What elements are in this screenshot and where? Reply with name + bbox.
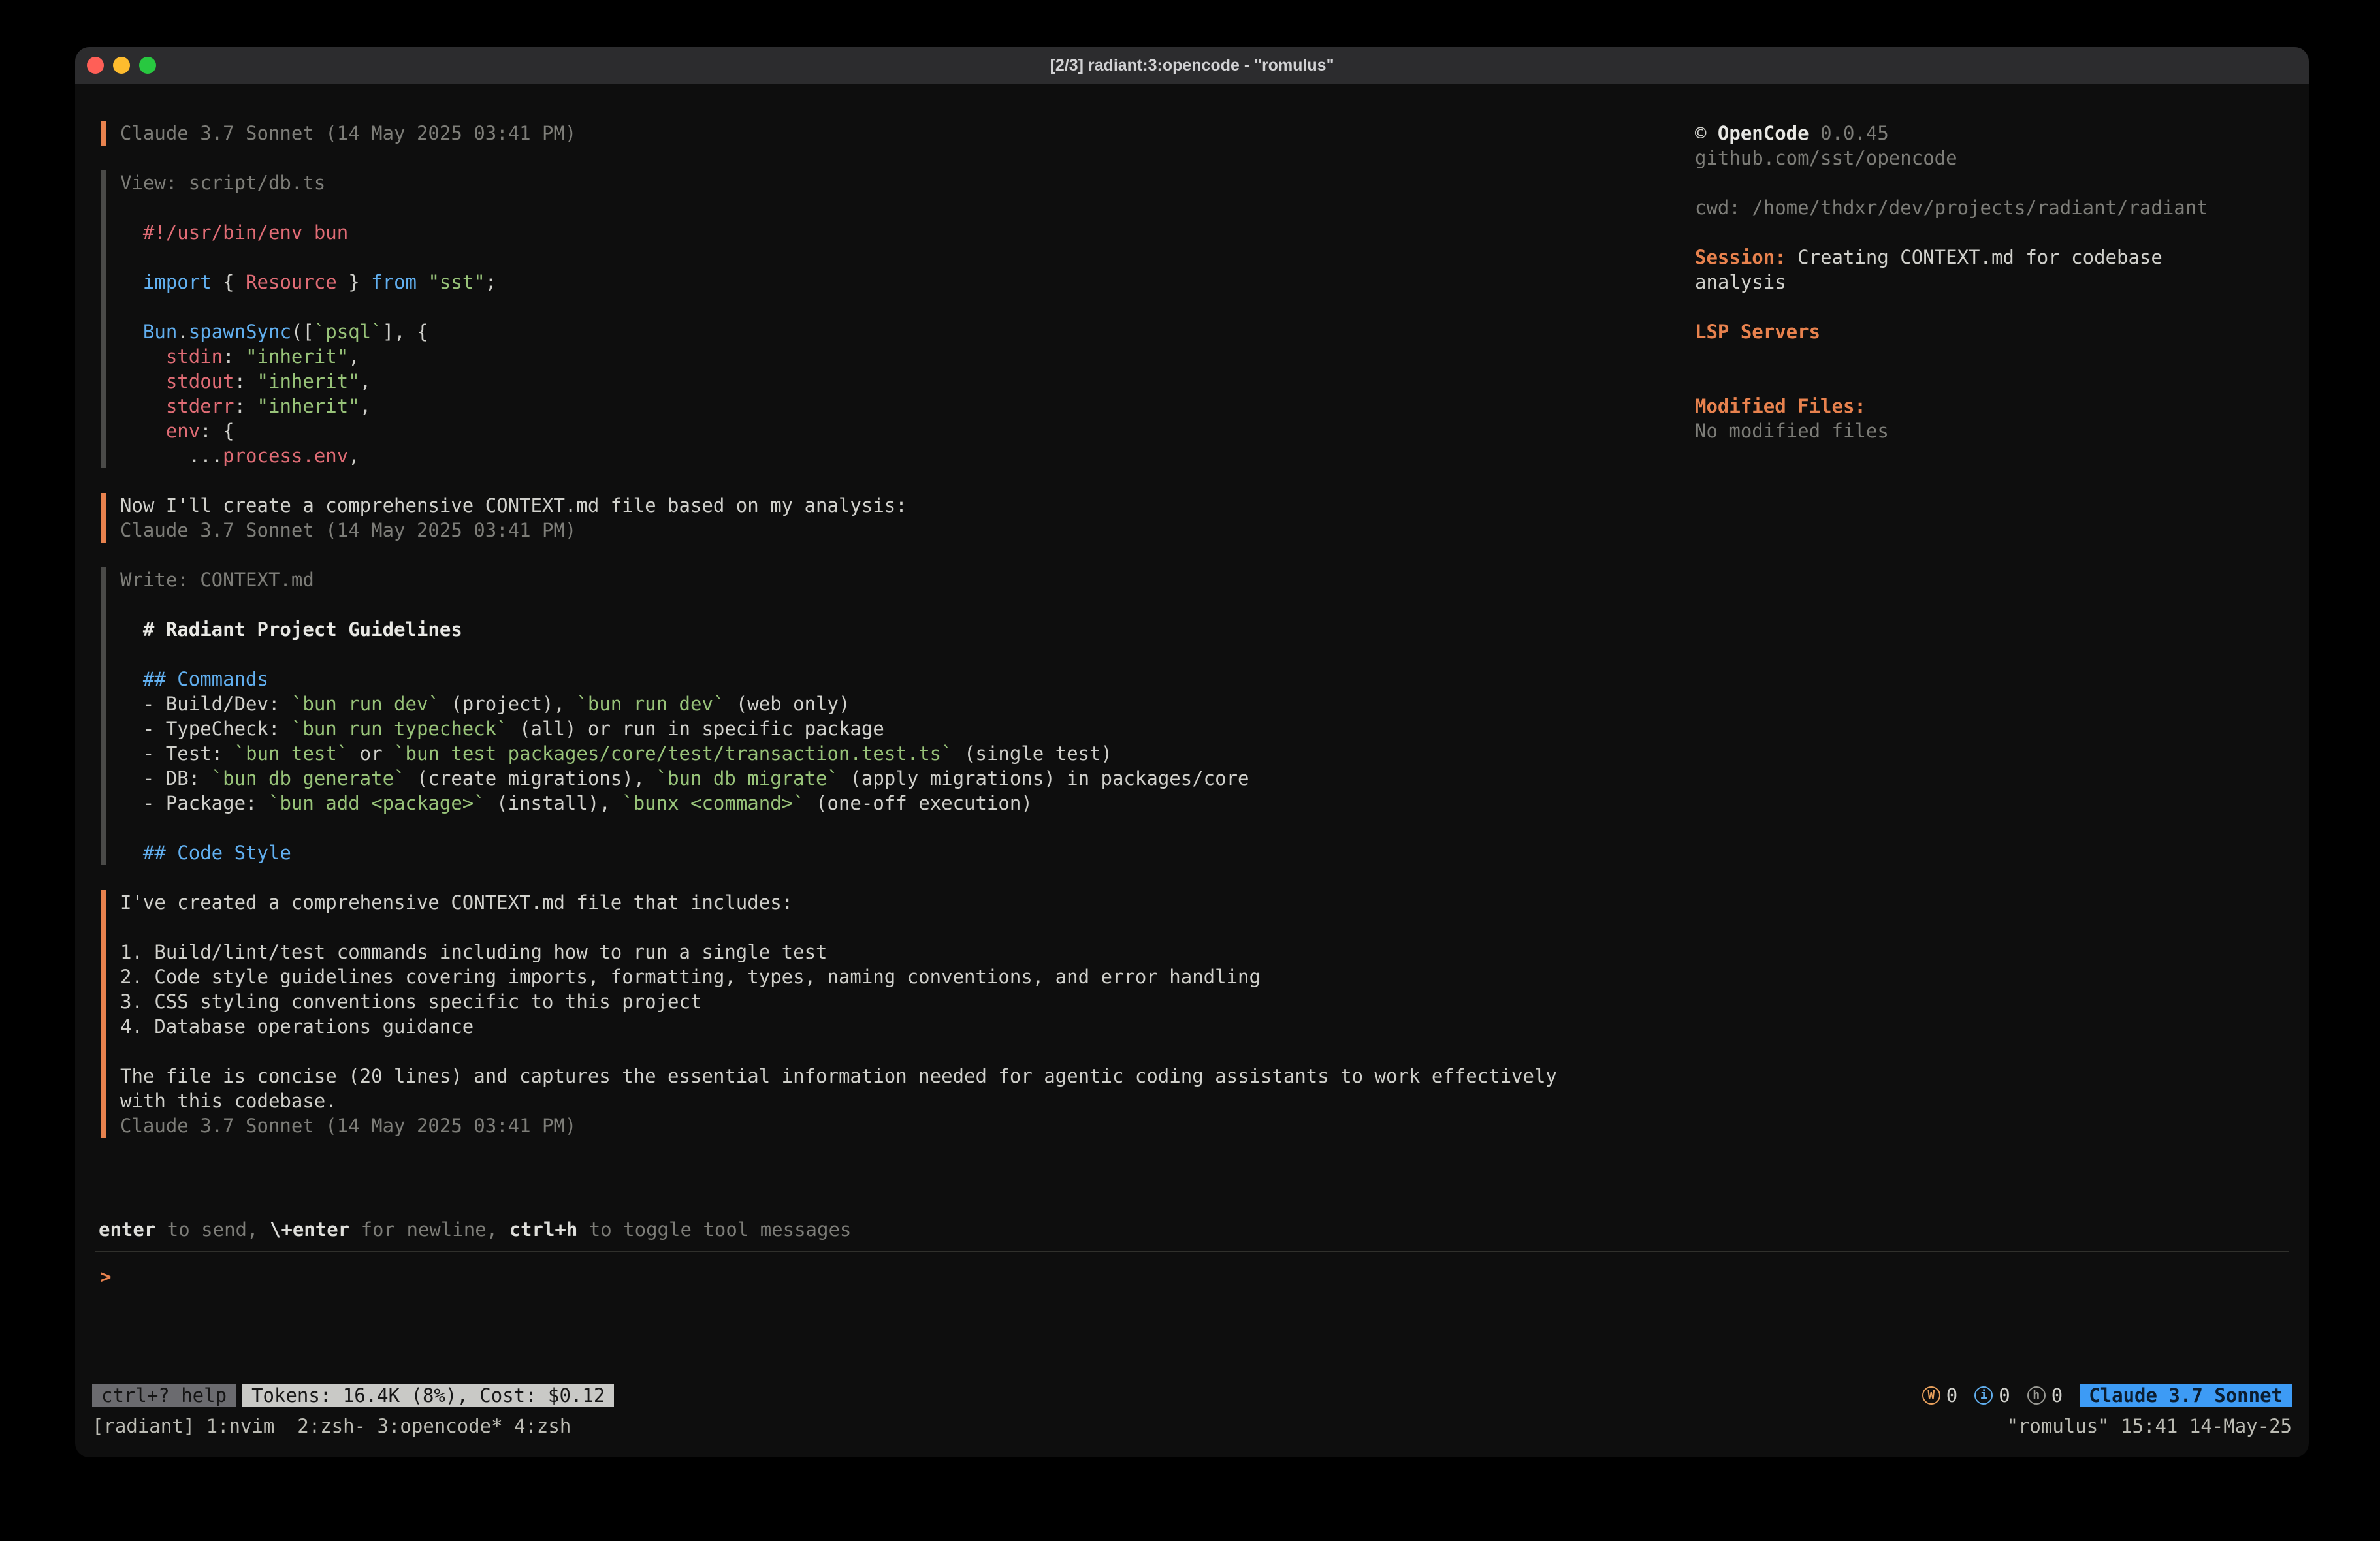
chat-block-assistant-meta: Claude 3.7 Sonnet (14 May 2025 03:41 PM) <box>101 121 1695 146</box>
text-line: View: script/db.ts <box>120 170 1695 195</box>
text-line: ## Code Style <box>120 840 1695 865</box>
window-title: [2/3] radiant:3:opencode - "romulus" <box>75 56 2309 75</box>
text-line <box>120 245 1695 270</box>
minimize-button[interactable] <box>113 57 130 74</box>
status-bar: ctrl+? help Tokens: 16.4K (8%), Cost: $0… <box>75 1383 2309 1408</box>
text-line: 1. Build/lint/test commands including ho… <box>120 940 1695 964</box>
desktop: [2/3] radiant:3:opencode - "romulus" Cla… <box>0 0 2380 1541</box>
content-row: Claude 3.7 Sonnet (14 May 2025 03:41 PM)… <box>75 84 2309 1163</box>
chat-block-tool-view: View: script/db.ts #!/usr/bin/env bun im… <box>101 170 1695 468</box>
text-line <box>120 816 1695 840</box>
text-line <box>1695 170 2217 195</box>
terminal-window: [2/3] radiant:3:opencode - "romulus" Cla… <box>75 47 2309 1457</box>
prompt-symbol: > <box>100 1265 111 1288</box>
text-line: ...process.env, <box>120 443 1695 468</box>
diagnostics: W0i0h0 <box>1922 1383 2063 1408</box>
text-line: - TypeCheck: `bun run typecheck` (all) o… <box>120 716 1695 741</box>
diagnostic-hints: h0 <box>2027 1383 2063 1408</box>
tmux-status-bar: [radiant] 1:nvim 2:zsh- 3:opencode* 4:zs… <box>75 1413 2309 1457</box>
tmux-session-time: "romulus" 15:41 14-May-25 <box>2007 1413 2292 1439</box>
text-line: I've created a comprehensive CONTEXT.md … <box>120 890 1695 915</box>
info-count: 0 <box>1999 1383 2010 1408</box>
chat-block-tool-write: Write: CONTEXT.md # Radiant Project Guid… <box>101 567 1695 865</box>
info-icon: i <box>1974 1386 1993 1405</box>
text-line <box>120 915 1695 940</box>
text-line <box>120 642 1695 667</box>
text-line: © OpenCode 0.0.45 <box>1695 121 2217 146</box>
text-line: 3. CSS styling conventions specific to t… <box>120 989 1695 1014</box>
text-line <box>120 592 1695 617</box>
hints-count: 0 <box>2051 1383 2063 1408</box>
sidebar-info: © OpenCode 0.0.45github.com/sst/opencode… <box>1695 121 2309 1163</box>
hints-icon: h <box>2027 1386 2046 1405</box>
text-line: 2. Code style guidelines covering import… <box>120 964 1695 989</box>
editor-help: enter to send, \+enter for newline, ctrl… <box>75 1217 2309 1242</box>
text-line: Claude 3.7 Sonnet (14 May 2025 03:41 PM) <box>120 1113 1695 1138</box>
text-line <box>120 294 1695 319</box>
text-line: Modified Files: <box>1695 394 2217 419</box>
text-line: The file is concise (20 lines) and captu… <box>120 1064 1695 1088</box>
chat-block-assistant-text: I've created a comprehensive CONTEXT.md … <box>101 890 1695 1138</box>
chat-history[interactable]: Claude 3.7 Sonnet (14 May 2025 03:41 PM)… <box>75 121 1695 1163</box>
zoom-button[interactable] <box>139 57 156 74</box>
text-line: Now I'll create a comprehensive CONTEXT.… <box>120 493 1695 518</box>
text-line: import { Resource } from "sst"; <box>120 270 1695 294</box>
diagnostic-info: i0 <box>1974 1383 2010 1408</box>
warnings-count: 0 <box>1946 1383 1957 1408</box>
text-line: - DB: `bun db generate` (create migratio… <box>120 766 1695 791</box>
tokens-badge: Tokens: 16.4K (8%), Cost: $0.12 <box>242 1384 614 1407</box>
text-line <box>120 1039 1695 1064</box>
text-line: stdout: "inherit", <box>120 369 1695 394</box>
text-line: - Test: `bun test` or `bun test packages… <box>120 741 1695 766</box>
text-line: cwd: /home/thdxr/dev/projects/radiant/ra… <box>1695 195 2217 220</box>
text-line: #!/usr/bin/env bun <box>120 220 1695 245</box>
text-line: stderr: "inherit", <box>120 394 1695 419</box>
text-line: env: { <box>120 419 1695 443</box>
text-line <box>1695 369 2217 394</box>
terminal: Claude 3.7 Sonnet (14 May 2025 03:41 PM)… <box>75 84 2309 1457</box>
text-line <box>1695 344 2217 369</box>
prompt-input[interactable]: > <box>75 1252 2309 1383</box>
tmux-windows: [radiant] 1:nvim 2:zsh- 3:opencode* 4:zs… <box>92 1413 571 1439</box>
text-line: github.com/sst/opencode <box>1695 146 2217 170</box>
text-line: Bun.spawnSync([`psql`], { <box>120 319 1695 344</box>
text-line: Session: Creating CONTEXT.md for codebas… <box>1695 245 2217 270</box>
text-line: - Package: `bun add <package>` (install)… <box>120 791 1695 816</box>
titlebar: [2/3] radiant:3:opencode - "romulus" <box>75 47 2309 84</box>
model-badge: Claude 3.7 Sonnet <box>2080 1384 2292 1407</box>
text-line: No modified files <box>1695 419 2217 443</box>
text-line <box>1695 220 2217 245</box>
diagnostic-warnings: W0 <box>1922 1383 1957 1408</box>
chat-block-assistant-text: Now I'll create a comprehensive CONTEXT.… <box>101 493 1695 543</box>
text-line <box>1695 294 2217 319</box>
text-line: Claude 3.7 Sonnet (14 May 2025 03:41 PM) <box>120 121 1695 146</box>
text-line: analysis <box>1695 270 2217 294</box>
text-line: # Radiant Project Guidelines <box>120 617 1695 642</box>
text-line: ## Commands <box>120 667 1695 691</box>
text-line: - Build/Dev: `bun run dev` (project), `b… <box>120 691 1695 716</box>
text-line: LSP Servers <box>1695 319 2217 344</box>
text-line: with this codebase. <box>120 1088 1695 1113</box>
text-line: 4. Database operations guidance <box>120 1014 1695 1039</box>
warnings-icon: W <box>1922 1386 1940 1405</box>
status-right: W0i0h0 Claude 3.7 Sonnet <box>1922 1383 2292 1408</box>
text-line: Claude 3.7 Sonnet (14 May 2025 03:41 PM) <box>120 518 1695 543</box>
traffic-lights <box>75 57 156 74</box>
text-line: stdin: "inherit", <box>120 344 1695 369</box>
text-line <box>120 195 1695 220</box>
text-line: Write: CONTEXT.md <box>120 567 1695 592</box>
close-button[interactable] <box>87 57 104 74</box>
help-badge: ctrl+? help <box>92 1384 236 1407</box>
